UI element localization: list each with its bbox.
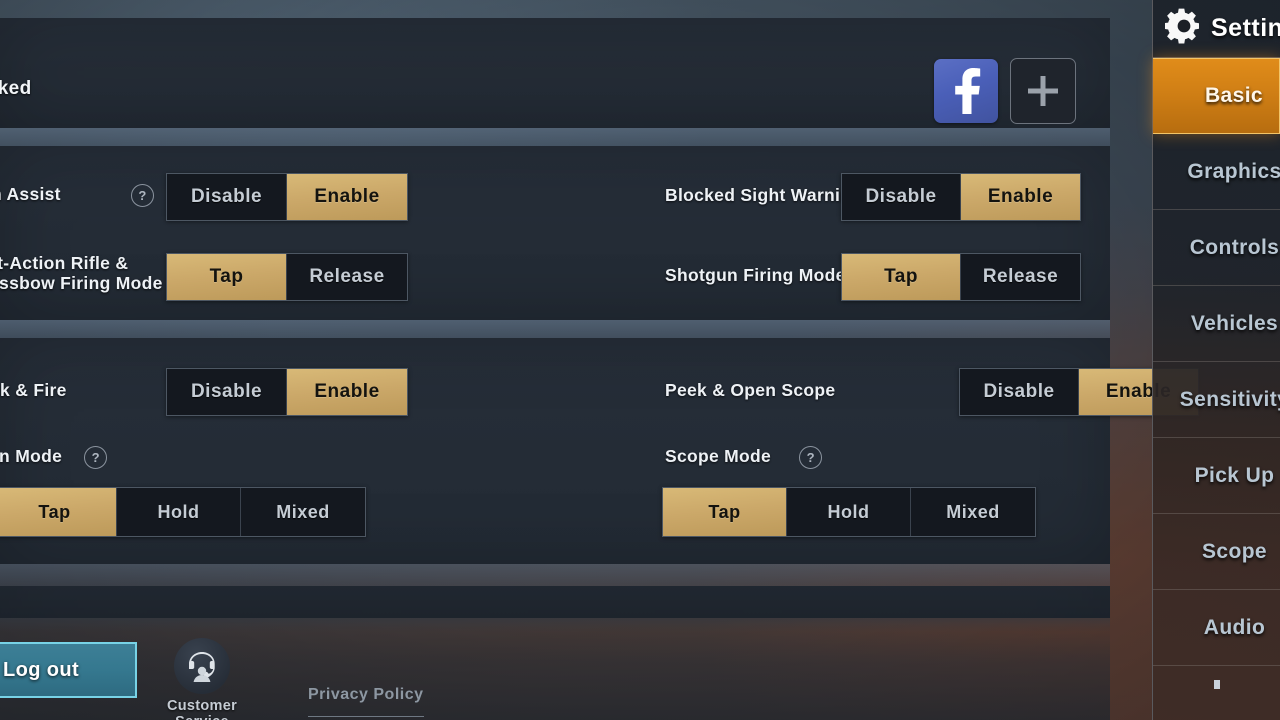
- aim-assist-option-disable[interactable]: Disable: [167, 174, 287, 220]
- next-section-panel-clipped: [0, 586, 1110, 618]
- lean-mode-label: Lean Mode: [0, 446, 63, 467]
- shotgun-option-tap[interactable]: Tap: [842, 254, 961, 300]
- privacy-policy-link[interactable]: Privacy Policy: [308, 686, 424, 717]
- sidebar-item-graphics[interactable]: Graphics: [1153, 134, 1280, 210]
- scope-mode-option-hold[interactable]: Hold: [787, 488, 911, 536]
- sidebar-item-basic[interactable]: Basic: [1153, 58, 1280, 134]
- aim-assist-label: Aim Assist: [0, 184, 61, 205]
- bolt-action-option-release[interactable]: Release: [287, 254, 407, 300]
- peek-scope-option-disable[interactable]: Disable: [960, 369, 1079, 415]
- row-peek-and-open-scope: Peek & Open Scope: [665, 368, 835, 414]
- bolt-action-option-tap[interactable]: Tap: [167, 254, 287, 300]
- help-icon[interactable]: ?: [84, 445, 108, 469]
- row-peek-and-fire: Peek & Fire: [0, 368, 67, 414]
- row-bolt-action-firing-mode: Bolt-Action Rifle & Crossbow Firing Mode: [0, 246, 163, 302]
- sidebar-item-pick-up[interactable]: Pick Up: [1153, 438, 1280, 514]
- settings-content-column: Linked Aim Assist ? Disable Enable: [0, 0, 1199, 720]
- settings-screen: Linked Aim Assist ? Disable Enable: [0, 0, 1280, 720]
- customer-service-label: Customer Service: [166, 698, 238, 720]
- scope-mode-option-mixed[interactable]: Mixed: [911, 488, 1035, 536]
- sidebar-title: Settings: [1211, 14, 1280, 42]
- peek-and-fire-label: Peek & Fire: [0, 380, 67, 401]
- section-divider: [0, 128, 1110, 146]
- row-lean-mode: Lean Mode ?: [0, 434, 108, 480]
- sidebar-item-label: Pick Up: [1194, 463, 1275, 487]
- lean-mode-selector: Tap Hold Mixed: [0, 487, 366, 537]
- sidebar-header: Settings: [1153, 0, 1280, 58]
- log-out-button[interactable]: Log out: [0, 642, 137, 698]
- settings-sidebar: Settings Basic Graphics Controls Vehicle…: [1152, 0, 1280, 720]
- aim-assist-toggle: Disable Enable: [166, 173, 408, 221]
- sidebar-item-audio[interactable]: Audio: [1153, 590, 1280, 666]
- log-out-label: Log out: [3, 658, 80, 681]
- customer-service-button[interactable]: Customer Service: [142, 638, 262, 720]
- blocked-sight-option-enable[interactable]: Enable: [961, 174, 1080, 220]
- row-aim-assist: Aim Assist ?: [0, 172, 154, 218]
- blocked-sight-toggle: Disable Enable: [841, 173, 1081, 221]
- peek-and-fire-option-disable[interactable]: Disable: [167, 369, 287, 415]
- blocked-sight-warning-label: Blocked Sight Warning: [665, 185, 863, 206]
- shotgun-toggle: Tap Release: [841, 253, 1081, 301]
- account-linked-label: Linked: [0, 78, 32, 99]
- section-divider: [0, 320, 1110, 338]
- sidebar-item-controls[interactable]: Controls: [1153, 210, 1280, 286]
- sidebar-item-label: Basic: [1204, 84, 1264, 107]
- scope-mode-label: Scope Mode: [665, 446, 772, 467]
- row-scope-mode: Scope Mode ?: [665, 434, 823, 480]
- sidebar-item-label: Sensitivity: [1179, 387, 1280, 411]
- scope-mode-option-tap[interactable]: Tap: [663, 488, 787, 536]
- blocked-sight-option-disable[interactable]: Disable: [842, 174, 961, 220]
- aim-firing-panel: Aim Assist ? Disable Enable Blocked Sigh…: [0, 146, 1110, 320]
- peek-and-fire-option-enable[interactable]: Enable: [287, 369, 407, 415]
- facebook-icon[interactable]: [934, 59, 998, 123]
- lean-mode-option-mixed[interactable]: Mixed: [241, 488, 365, 536]
- peek-scope-panel: Peek & Fire Disable Enable Peek & Open S…: [0, 338, 1199, 564]
- sidebar-item-label: Graphics: [1187, 159, 1280, 183]
- clipped-label-glyph: [1213, 680, 1220, 689]
- row-blocked-sight-warning: Blocked Sight Warning: [665, 173, 862, 219]
- bolt-action-toggle: Tap Release: [166, 253, 408, 301]
- sidebar-item-label: Vehicles: [1190, 311, 1279, 335]
- bolt-action-label: Bolt-Action Rifle & Crossbow Firing Mode: [0, 253, 163, 293]
- sidebar-item-sensitivity[interactable]: Sensitivity: [1153, 362, 1280, 438]
- help-icon[interactable]: ?: [799, 445, 823, 469]
- sidebar-item-label: Scope: [1201, 539, 1268, 563]
- section-divider: [0, 564, 1110, 586]
- bottom-bar: Log out Customer Service Privacy Policy: [0, 624, 1110, 720]
- gear-icon: [1164, 7, 1203, 50]
- sidebar-item-vehicles[interactable]: Vehicles: [1153, 286, 1280, 362]
- scope-mode-selector: Tap Hold Mixed: [662, 487, 1036, 537]
- headset-agent-icon: [174, 638, 230, 694]
- help-icon[interactable]: ?: [130, 183, 154, 207]
- add-account-button[interactable]: [1010, 58, 1076, 124]
- shotgun-label: Shotgun Firing Mode: [665, 265, 846, 286]
- account-panel: Linked: [0, 18, 1110, 128]
- shotgun-option-release[interactable]: Release: [961, 254, 1080, 300]
- lean-mode-option-tap[interactable]: Tap: [0, 488, 117, 536]
- sidebar-item-clipped[interactable]: [1153, 666, 1280, 706]
- sidebar-item-label: Controls: [1189, 235, 1280, 259]
- peek-and-fire-toggle: Disable Enable: [166, 368, 408, 416]
- aim-assist-option-enable[interactable]: Enable: [287, 174, 407, 220]
- social-link-group: [934, 58, 1076, 124]
- peek-and-open-scope-label: Peek & Open Scope: [665, 380, 836, 401]
- lean-mode-option-hold[interactable]: Hold: [117, 488, 241, 536]
- sidebar-item-scope[interactable]: Scope: [1153, 514, 1280, 590]
- row-shotgun-firing-mode: Shotgun Firing Mode: [665, 253, 846, 299]
- sidebar-item-label: Audio: [1203, 615, 1266, 639]
